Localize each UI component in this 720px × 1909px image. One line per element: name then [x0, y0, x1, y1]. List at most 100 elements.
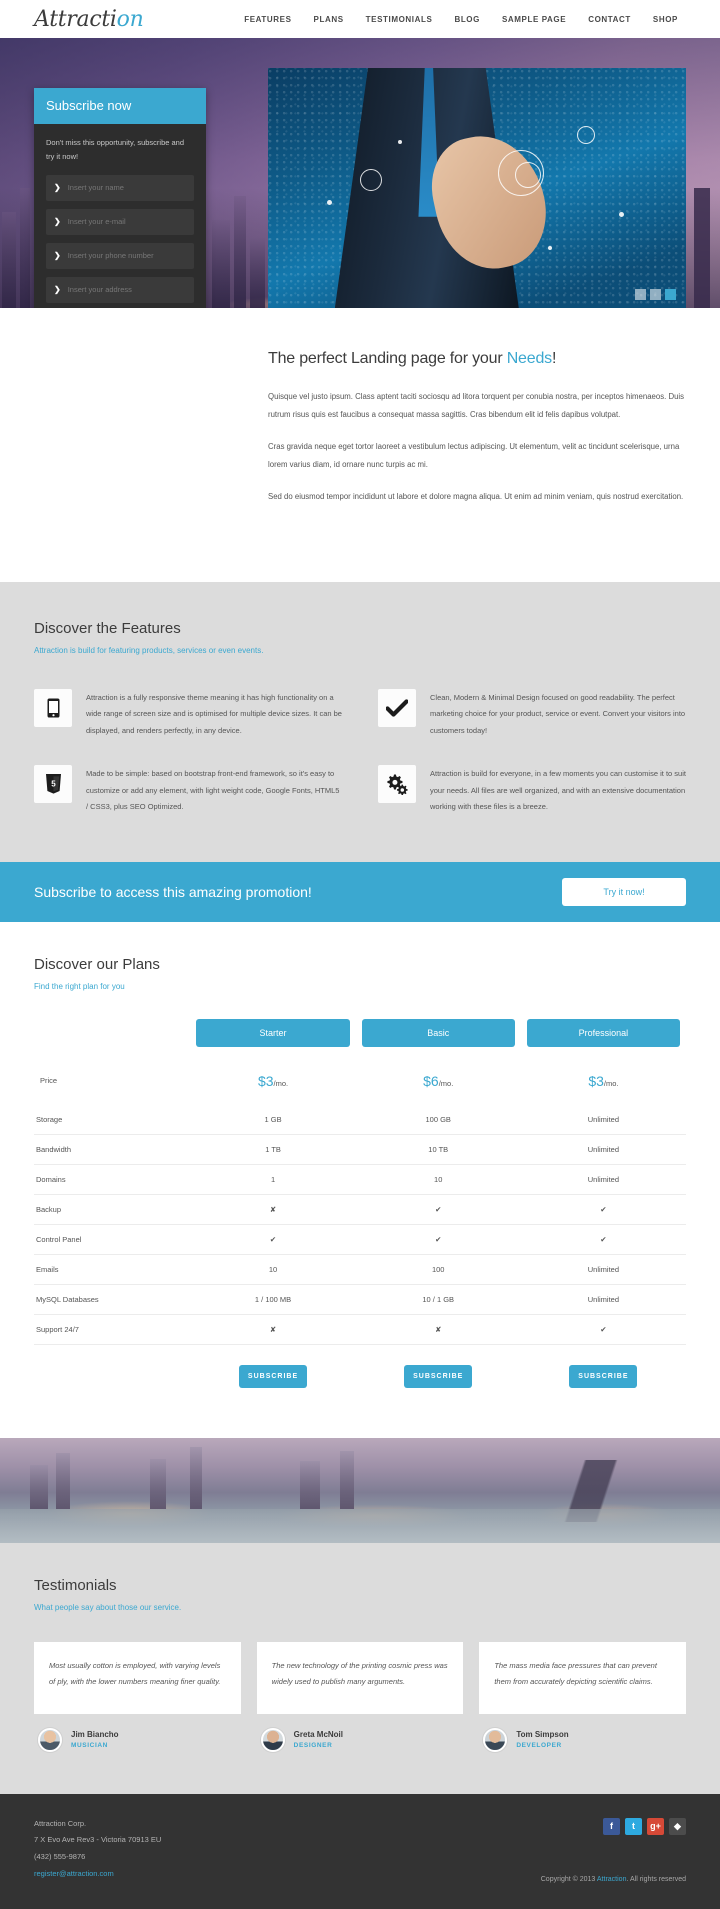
intro-heading-accent: Needs — [506, 350, 552, 367]
pricing-row-buttons: SUBSCRIBE SUBSCRIBE SUBSCRIBE — [34, 1344, 686, 1398]
testimonials-section: Testimonials What people say about those… — [0, 1542, 720, 1794]
nav-item-shop[interactable]: SHOP — [653, 15, 678, 24]
feature-item: Clean, Modern & Minimal Design focused o… — [378, 688, 686, 740]
pricing-row-emails: Emails 10 100 Unlimited — [34, 1254, 686, 1285]
pricing-row-storage: Storage 1 GB 100 GB Unlimited — [34, 1104, 686, 1135]
row-value-mark: ✔ — [355, 1194, 521, 1225]
pricing-header-empty — [34, 1019, 190, 1061]
row-value-mark: ✔ — [520, 1224, 686, 1255]
price-amount: $3 — [257, 1072, 274, 1089]
copyright-brand-link[interactable]: Attraction — [597, 1876, 627, 1883]
nav-item-sample-page[interactable]: SAMPLE PAGE — [502, 15, 566, 24]
subscribe-button-starter[interactable]: SUBSCRIBE — [239, 1364, 308, 1388]
name-field[interactable]: ❯ Insert your name — [46, 174, 194, 201]
html5-icon: 5 — [34, 765, 72, 804]
price-period: /mo. — [603, 1078, 619, 1088]
mobile-phone-icon — [34, 688, 72, 727]
parallax-building — [30, 1465, 48, 1510]
nav-item-contact[interactable]: CONTACT — [588, 15, 631, 24]
subscribe-intro-text: Don't miss this opportunity, subscribe a… — [46, 138, 185, 162]
footer-contact-block: Attraction Corp. 7 X Evo Ave Rev3 - Vict… — [34, 1816, 686, 1884]
testimonial-name: Jim Biancho — [71, 1730, 119, 1740]
hud-dot — [397, 140, 402, 144]
testimonial-author: Tom Simpson DEVELOPER — [479, 1727, 686, 1752]
feature-text: Clean, Modern & Minimal Design focused o… — [430, 692, 686, 735]
hud-dot — [326, 200, 332, 205]
pricing-row-domains: Domains 1 10 Unlimited — [34, 1164, 686, 1195]
skyline-building — [20, 188, 30, 308]
slider-pagination — [635, 289, 676, 300]
phone-field[interactable]: ❯ Insert your phone number — [46, 242, 194, 269]
phone-field-placeholder: Insert your phone number — [67, 251, 154, 260]
subscribe-button-basic[interactable]: SUBSCRIBE — [404, 1364, 473, 1388]
row-value: 10 / 1 GB — [355, 1284, 521, 1315]
parallax-cityscape-image — [0, 1437, 720, 1543]
slider-dot-2[interactable] — [650, 289, 661, 300]
twitter-icon[interactable]: t — [625, 1817, 642, 1835]
intro-heading-main: The perfect Landing page for your — [268, 350, 507, 367]
row-label: Emails — [34, 1254, 191, 1285]
feature-text: Made to be simple: based on bootstrap fr… — [86, 769, 340, 812]
row-label: Backup — [34, 1194, 191, 1225]
site-logo[interactable]: Attraction — [34, 6, 144, 32]
features-grid: Attraction is a fully responsive theme m… — [34, 688, 686, 816]
plan-header-basic: Basic — [356, 1018, 521, 1061]
slider-dot-1[interactable] — [635, 289, 646, 300]
facebook-icon[interactable]: f — [603, 1817, 620, 1835]
hero-slider-image[interactable] — [268, 68, 686, 308]
testimonials-title: Testimonials — [34, 1576, 117, 1594]
testimonial-name: Greta McNoil — [293, 1730, 343, 1740]
logo-text-main: Attracti — [34, 6, 117, 32]
row-label: Bandwidth — [34, 1134, 191, 1165]
row-value: 100 GB — [355, 1104, 521, 1135]
nav-item-plans[interactable]: PLANS — [314, 15, 344, 24]
testimonials-subtitle: What people say about those our service. — [34, 1602, 182, 1612]
feature-item: Attraction is build for everyone, in a f… — [378, 765, 686, 816]
price-period: /mo. — [273, 1078, 289, 1088]
nav-item-testimonials[interactable]: TESTIMONIALS — [366, 15, 433, 24]
email-field[interactable]: ❯ Insert your e-mail — [46, 208, 194, 235]
gears-icon — [378, 765, 416, 804]
hud-dot — [548, 245, 553, 250]
nav-item-features[interactable]: FEATURES — [244, 15, 291, 24]
chevron-right-icon: ❯ — [54, 182, 61, 192]
testimonial-item: The mass media face pressures that can p… — [479, 1641, 686, 1752]
row-value-mark: ✔ — [190, 1224, 356, 1255]
slider-dot-3-active[interactable] — [665, 289, 676, 300]
pricing-row-price: Price $3/mo. $6/mo. $3/mo. — [34, 1061, 686, 1105]
row-value: 10 — [355, 1164, 521, 1195]
row-value: Unlimited — [520, 1284, 686, 1315]
plans-subtitle: Find the right plan for you — [34, 981, 125, 991]
row-label: Storage — [34, 1104, 191, 1135]
google-plus-icon[interactable]: g+ — [647, 1817, 664, 1835]
dribbble-icon[interactable]: ◆ — [669, 1817, 686, 1835]
pricing-row-backup: Backup ✘ ✔ ✔ — [34, 1194, 686, 1225]
avatar — [38, 1727, 62, 1752]
testimonial-quote: The mass media face pressures that can p… — [479, 1641, 686, 1714]
plan-name-starter[interactable]: Starter — [196, 1018, 350, 1047]
nav-item-blog[interactable]: BLOG — [454, 15, 480, 24]
subscribe-button-professional[interactable]: SUBSCRIBE — [569, 1364, 638, 1388]
row-value: 1 — [190, 1164, 356, 1195]
pricing-row-bandwidth: Bandwidth 1 TB 10 TB Unlimited — [34, 1134, 686, 1165]
plan-name-basic[interactable]: Basic — [361, 1018, 515, 1047]
hero-banner: Subscribe now Don't miss this opportunit… — [0, 38, 720, 308]
intro-heading-end: ! — [551, 350, 557, 367]
plan-cta-cell-starter: SUBSCRIBE — [190, 1344, 355, 1398]
skyline-building — [234, 196, 246, 308]
footer-address: 7 X Evo Ave Rev3 - Victoria 70913 EU — [34, 1835, 162, 1845]
pricing-row-mysql-databases: MySQL Databases 1 / 100 MB 10 / 1 GB Unl… — [34, 1284, 686, 1315]
footer-email-link[interactable]: register@attraction.com — [34, 1869, 114, 1878]
copyright-text: Copyright © 2013 Attraction. All rights … — [541, 1876, 686, 1883]
site-footer: Attraction Corp. 7 X Evo Ave Rev3 - Vict… — [0, 1793, 720, 1909]
hud-ring — [359, 168, 382, 191]
try-it-now-button[interactable]: Try it now! — [562, 877, 686, 906]
cta-banner: Subscribe to access this amazing promoti… — [0, 861, 720, 922]
parallax-building — [300, 1461, 320, 1510]
price-cell-starter: $3/mo. — [190, 1061, 355, 1105]
address-field[interactable]: ❯ Insert your address — [46, 276, 194, 303]
skyline-building — [2, 212, 16, 308]
plan-name-professional[interactable]: Professional — [526, 1018, 680, 1047]
testimonial-item: The new technology of the printing cosmi… — [256, 1641, 464, 1752]
plan-cta-cell-basic: SUBSCRIBE — [356, 1344, 521, 1398]
